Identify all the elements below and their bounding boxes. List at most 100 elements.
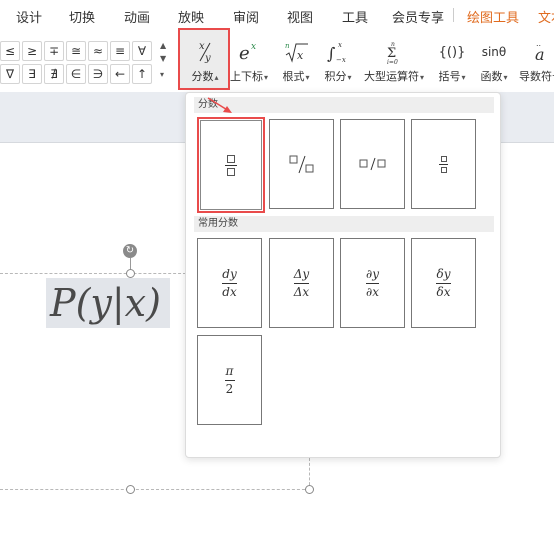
fraction-numerator: π — [225, 363, 234, 378]
svg-text:x: x — [199, 41, 205, 52]
menu-member[interactable]: 会员专享 — [392, 7, 444, 26]
tool-script[interactable]: ex 上下标▾ — [228, 38, 270, 84]
fraction-dropdown: 分数 常用分数 dy dx Δy Δx ∂y ∂x δy δx π2 — [185, 92, 501, 458]
rotate-icon[interactable]: ↻ — [123, 244, 137, 258]
tool-bracket[interactable]: {()} 括号▾ — [432, 38, 472, 84]
tool-radical[interactable]: nx 根式▾ — [278, 38, 314, 84]
menu-tools[interactable]: 工具 — [342, 7, 368, 26]
menu-divider — [453, 8, 454, 22]
tool-integral-label: 积分 — [324, 71, 347, 83]
stacked-fraction-icon — [225, 154, 237, 176]
symbol-le[interactable]: ≤ — [0, 41, 20, 61]
bracket-icon-text: {()} — [438, 44, 466, 60]
linear-fraction-icon — [359, 157, 385, 171]
caret-down-icon: ▾ — [461, 73, 466, 82]
fraction-numerator: Δy — [293, 266, 310, 281]
selection-border-top — [0, 273, 186, 274]
function-icon-text: sinθ — [481, 45, 507, 59]
integral-icon: ∫ x −x — [320, 38, 356, 66]
svg-text:a: a — [535, 45, 545, 64]
symbol-uparrow[interactable]: ↑ — [132, 64, 152, 84]
function-icon: sinθ — [474, 38, 514, 66]
expand-gallery-icon[interactable]: ▾ — [160, 70, 164, 79]
symbol-nabla[interactable]: ∇ — [0, 64, 20, 84]
fraction-numerator: δy — [436, 266, 451, 281]
symbol-approx[interactable]: ≈ — [88, 41, 108, 61]
symbol-ge[interactable]: ≥ — [22, 41, 42, 61]
fraction-numerator: dy — [222, 266, 237, 281]
menu-review[interactable]: 审阅 — [233, 7, 259, 26]
resize-handle-bottom[interactable] — [126, 485, 135, 494]
svg-text:x: x — [297, 49, 304, 62]
tool-fraction-label: 分数 — [191, 71, 214, 83]
common-fraction-small-delta[interactable]: δy δx — [411, 238, 476, 328]
symbol-equiv[interactable]: ≡ — [110, 41, 130, 61]
fraction-skewed-option[interactable] — [269, 119, 334, 209]
caret-down-icon: ▾ — [305, 73, 310, 82]
common-fraction-partial[interactable]: ∂y ∂x — [340, 238, 405, 328]
fraction-denominator: dx — [222, 284, 237, 299]
small-fraction-icon — [439, 155, 448, 173]
tool-bracket-label: 括号 — [438, 71, 461, 83]
tool-accent-label: 导数符号 — [519, 71, 554, 83]
tool-script-label: 上下标 — [229, 71, 263, 83]
resize-handle-top[interactable] — [126, 269, 135, 278]
tool-function-label: 函数 — [480, 71, 503, 83]
symbol-mp[interactable]: ∓ — [44, 41, 64, 61]
fraction-icon: xy — [183, 38, 227, 66]
caret-down-icon: ▾ — [263, 73, 268, 82]
symbol-nexists[interactable]: ∄ — [44, 64, 64, 84]
tool-function[interactable]: sinθ 函数▾ — [474, 38, 514, 84]
symbol-forall[interactable]: ∀ — [132, 41, 152, 61]
tool-fraction[interactable]: xy 分数▴ — [183, 38, 227, 84]
svg-text:∫: ∫ — [327, 44, 335, 63]
radical-icon: nx — [278, 38, 314, 66]
svg-text:n: n — [285, 42, 290, 50]
bracket-icon: {()} — [432, 38, 472, 66]
skewed-fraction-icon — [289, 155, 313, 174]
equation-object[interactable]: P(y|x) — [46, 278, 170, 328]
large-operator-icon: n Σi=0 — [360, 38, 428, 66]
tool-accent[interactable]: ..a 导数符号 — [516, 38, 554, 84]
fraction-denominator: Δx — [293, 284, 310, 299]
chevron-up-icon[interactable]: ▲ — [160, 41, 166, 50]
tool-large-operator-label: 大型运算符 — [363, 71, 419, 83]
menu-design[interactable]: 设计 — [16, 7, 42, 26]
svg-text:−x: −x — [336, 56, 346, 64]
symbol-exists[interactable]: ∃ — [22, 64, 42, 84]
menu-drawing-tools[interactable]: 绘图工具 — [467, 7, 519, 26]
symbol-cong[interactable]: ≅ — [66, 41, 86, 61]
accent-icon: .. a — [516, 38, 554, 66]
fraction-denominator: δx — [436, 284, 451, 299]
fraction-stacked-option[interactable] — [197, 117, 265, 213]
common-fraction-dy-dx[interactable]: dy dx — [197, 238, 262, 328]
menu-animation[interactable]: 动画 — [124, 7, 150, 26]
menu-slideshow[interactable]: 放映 — [178, 7, 204, 26]
fraction-small-option[interactable] — [411, 119, 476, 209]
caret-down-icon: ▾ — [419, 73, 424, 82]
fraction-numerator: ∂y — [366, 266, 379, 281]
caret-up-icon: ▴ — [214, 73, 219, 82]
fraction-denominator: 2 — [225, 381, 234, 396]
svg-text:y: y — [204, 53, 211, 64]
fraction-linear-option[interactable] — [340, 119, 405, 209]
caret-down-icon: ▾ — [347, 73, 352, 82]
svg-text:i=0: i=0 — [387, 59, 398, 65]
menu-transition[interactable]: 切换 — [69, 7, 95, 26]
section-common-title: 常用分数 — [194, 216, 494, 232]
tool-large-operator[interactable]: n Σi=0 大型运算符▾ — [360, 38, 428, 84]
annotation-arrow-icon — [207, 97, 232, 113]
tool-radical-label: 根式 — [282, 71, 305, 83]
symbol-leftarrow[interactable]: ← — [110, 64, 130, 84]
resize-handle-bottom-right[interactable] — [305, 485, 314, 494]
symbol-in[interactable]: ∈ — [66, 64, 86, 84]
symbol-ni[interactable]: ∋ — [88, 64, 108, 84]
tool-integral[interactable]: ∫ x −x 积分▾ — [320, 38, 356, 84]
common-fraction-pi-over-2[interactable]: π2 — [197, 335, 262, 425]
svg-text:x: x — [338, 41, 342, 49]
common-fraction-delta[interactable]: Δy Δx — [269, 238, 334, 328]
menu-text-tools[interactable]: 文本 — [538, 7, 554, 26]
section-fraction-title: 分数 — [194, 97, 494, 113]
chevron-down-icon[interactable]: ▼ — [160, 54, 166, 63]
menu-view[interactable]: 视图 — [287, 7, 313, 26]
